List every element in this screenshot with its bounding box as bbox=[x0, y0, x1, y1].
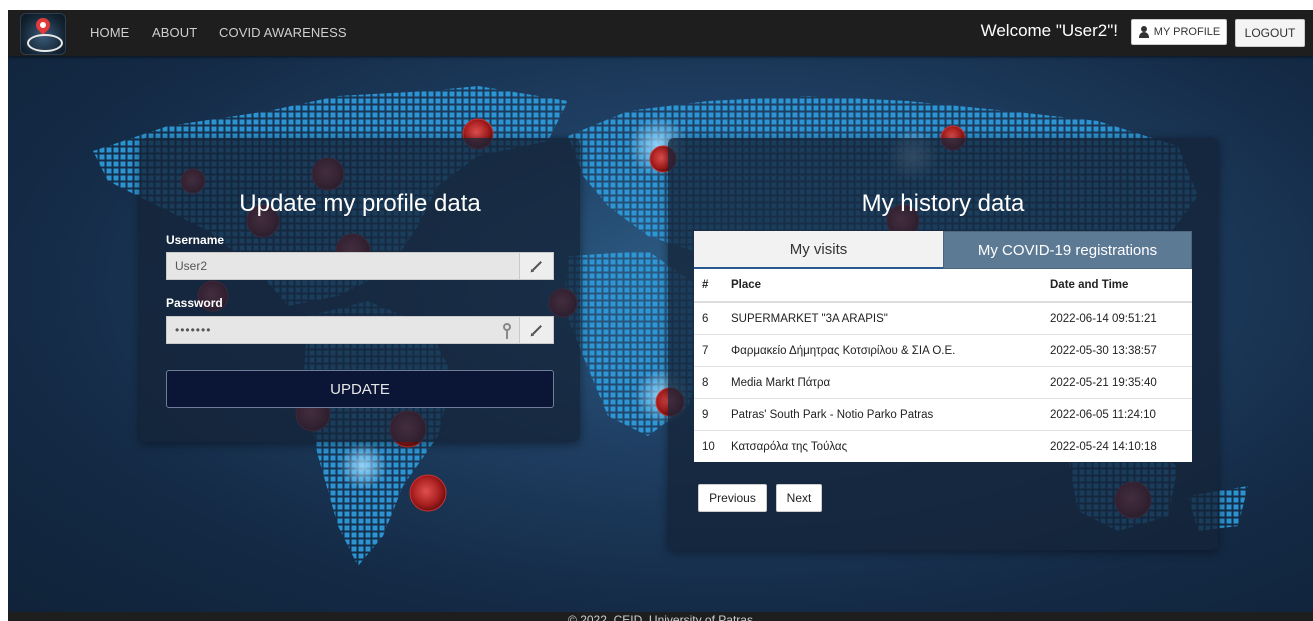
pencil-icon bbox=[531, 261, 542, 271]
row-date: 2022-05-24 14:10:18 bbox=[1042, 430, 1192, 462]
table-header-row: # Place Date and Time bbox=[694, 269, 1192, 303]
top-navbar: HOME ABOUT COVID AWARENESS Welcome "User… bbox=[8, 10, 1313, 56]
my-profile-label: MY PROFILE bbox=[1153, 26, 1221, 38]
footer: © 2022, CEID, University of Patras bbox=[8, 612, 1313, 621]
row-place: SUPERMARKET "3A ARAPIS" bbox=[723, 301, 1042, 335]
pencil-icon bbox=[531, 325, 542, 335]
password-label: Password bbox=[166, 296, 223, 310]
row-number: 9 bbox=[694, 398, 723, 431]
table-row: 6 SUPERMARKET "3A ARAPIS" 2022-06-14 09:… bbox=[694, 301, 1192, 335]
row-date: 2022-06-14 09:51:21 bbox=[1042, 301, 1192, 335]
table-row: 8 Media Markt Πάτρα 2022-05-21 19:35:40 bbox=[694, 366, 1192, 399]
username-field[interactable]: User2 bbox=[166, 252, 554, 280]
app-frame: HOME ABOUT COVID AWARENESS Welcome "User… bbox=[8, 10, 1313, 621]
welcome-message: Welcome "User2"! bbox=[980, 21, 1118, 40]
edit-password-button[interactable] bbox=[519, 317, 553, 343]
nav-link-about[interactable]: ABOUT bbox=[152, 25, 197, 40]
logo-ring bbox=[27, 34, 63, 52]
logout-button[interactable]: LOGOUT bbox=[1235, 19, 1305, 47]
row-place: Media Markt Πάτρα bbox=[723, 366, 1042, 399]
edit-username-button[interactable] bbox=[519, 253, 553, 279]
app-logo-icon[interactable] bbox=[20, 13, 66, 55]
table-row: 7 Φαρμακείο Δήμητρας Κοτσιρίλου & ΣΙΑ Ο.… bbox=[694, 334, 1192, 367]
username-label: Username bbox=[166, 233, 225, 247]
column-header-place: Place bbox=[723, 269, 1042, 303]
history-tabs: My visits My COVID-19 registrations bbox=[694, 231, 1192, 269]
tab-covid-registrations[interactable]: My COVID-19 registrations bbox=[943, 231, 1192, 269]
column-header-number: # bbox=[694, 269, 723, 303]
row-place: Κατσαρόλα της Τούλας bbox=[723, 430, 1042, 462]
history-panel-title: My history data bbox=[861, 190, 1025, 217]
username-value[interactable]: User2 bbox=[167, 259, 519, 273]
column-header-date: Date and Time bbox=[1042, 269, 1192, 303]
row-date: 2022-06-05 11:24:10 bbox=[1042, 398, 1192, 431]
password-field[interactable]: ••••••• bbox=[166, 316, 554, 344]
row-date: 2022-05-21 19:35:40 bbox=[1042, 366, 1192, 399]
row-place: Φαρμακείο Δήμητρας Κοτσιρίλου & ΣΙΑ Ο.Ε. bbox=[723, 334, 1042, 367]
profile-panel-title: Update my profile data bbox=[239, 190, 481, 217]
table-row: 10 Κατσαρόλα της Τούλας 2022-05-24 14:10… bbox=[694, 430, 1192, 462]
map-pin-icon bbox=[33, 15, 53, 35]
row-number: 6 bbox=[694, 301, 723, 335]
tab-my-visits[interactable]: My visits bbox=[694, 231, 943, 269]
key-icon[interactable] bbox=[503, 323, 511, 339]
history-panel: My history data My visits My COVID-19 re… bbox=[668, 138, 1218, 550]
row-number: 8 bbox=[694, 366, 723, 399]
row-date: 2022-05-30 13:38:57 bbox=[1042, 334, 1192, 367]
password-value[interactable]: ••••••• bbox=[167, 323, 519, 337]
footer-copyright: © 2022, CEID, University of Patras bbox=[568, 613, 753, 621]
update-button[interactable]: UPDATE bbox=[166, 370, 554, 408]
row-place: Patras' South Park - Notio Parko Patras bbox=[723, 398, 1042, 431]
nav-link-covid-awareness[interactable]: COVID AWARENESS bbox=[219, 25, 347, 40]
row-number: 7 bbox=[694, 334, 723, 367]
nav-link-home[interactable]: HOME bbox=[90, 25, 129, 40]
visits-table: # Place Date and Time 6 SUPERMARKET "3A … bbox=[694, 269, 1192, 462]
profile-panel: Update my profile data Username User2 Pa… bbox=[140, 138, 580, 442]
next-page-button[interactable]: Next bbox=[776, 484, 822, 512]
previous-page-button[interactable]: Previous bbox=[698, 484, 767, 512]
row-number: 10 bbox=[694, 430, 723, 462]
table-row: 9 Patras' South Park - Notio Parko Patra… bbox=[694, 398, 1192, 431]
my-profile-button[interactable]: MY PROFILE bbox=[1131, 19, 1227, 45]
user-icon bbox=[1138, 26, 1150, 38]
